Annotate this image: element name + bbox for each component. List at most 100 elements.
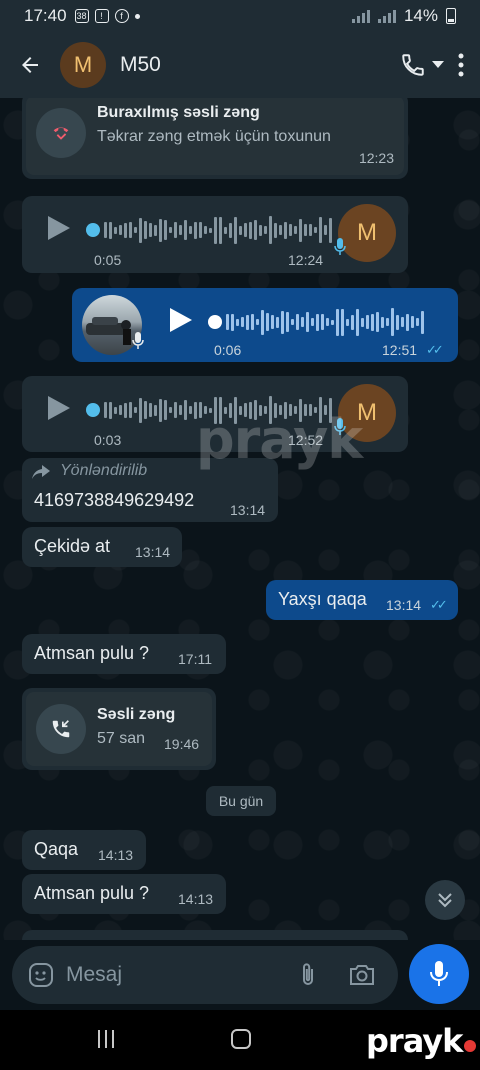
waveform-bar bbox=[239, 225, 242, 235]
waveform-bar bbox=[246, 314, 249, 330]
message-input[interactable] bbox=[66, 963, 276, 987]
waveform-bar bbox=[381, 316, 384, 328]
play-button[interactable] bbox=[170, 308, 192, 332]
waveform-bar bbox=[109, 401, 112, 419]
contact-avatar[interactable]: M bbox=[60, 42, 106, 88]
voice-call-duration: 57 san bbox=[97, 730, 146, 747]
waveform-bar bbox=[361, 317, 364, 327]
camera-icon[interactable] bbox=[348, 963, 376, 987]
waveform-bar bbox=[341, 308, 344, 336]
waveform-bar bbox=[129, 222, 132, 238]
voice-progress-knob[interactable] bbox=[86, 223, 100, 237]
waveform-bar bbox=[169, 227, 172, 233]
message-time: 12:24 bbox=[288, 252, 324, 268]
voice-call-button[interactable] bbox=[400, 52, 444, 78]
message-incoming[interactable]: Çekidə at 13:14 bbox=[22, 527, 182, 567]
message-text: Çekidə at bbox=[34, 536, 111, 556]
contact-name[interactable]: M50 bbox=[120, 53, 161, 77]
voice-waveform[interactable] bbox=[226, 307, 424, 337]
voice-call-card[interactable]: Səsli zəng 57 san 19:46 bbox=[26, 692, 212, 766]
waveform-bar bbox=[299, 218, 302, 242]
system-nav-bar: prayk bbox=[0, 1010, 480, 1070]
voice-duration: 0:06 bbox=[214, 342, 242, 358]
waveform-bar bbox=[259, 224, 262, 236]
more-options-icon[interactable] bbox=[458, 53, 464, 77]
message-incoming-partial[interactable] bbox=[22, 930, 408, 940]
waveform-bar bbox=[129, 402, 132, 418]
battery-icon bbox=[446, 8, 456, 24]
message-time: 13:14 bbox=[135, 544, 171, 560]
waveform-bar bbox=[149, 223, 152, 237]
voice-message-outgoing[interactable]: 0:06 12:51 ✓✓ bbox=[72, 288, 458, 362]
waveform-bar bbox=[319, 217, 322, 243]
voice-waveform[interactable] bbox=[104, 215, 332, 245]
microphone-icon bbox=[132, 332, 144, 349]
waveform-bar bbox=[321, 314, 324, 330]
waveform-bar bbox=[346, 318, 349, 326]
watermark-logo-corner: prayk bbox=[366, 1022, 477, 1060]
message-incoming[interactable]: Atmsan pulu ? 14:13 bbox=[22, 874, 226, 914]
forwarded-label: Yönləndirilib bbox=[60, 462, 148, 479]
watermark-logo: prayk bbox=[196, 408, 363, 471]
signal-icon-2 bbox=[377, 9, 396, 23]
waveform-bar bbox=[266, 313, 269, 331]
emoji-sticker-icon[interactable] bbox=[28, 962, 54, 988]
waveform-bar bbox=[134, 227, 137, 233]
waveform-bar bbox=[329, 217, 332, 243]
voice-call-bubble[interactable]: Səsli zəng 57 san 19:46 bbox=[22, 688, 216, 770]
waveform-bar bbox=[256, 319, 259, 325]
waveform-bar bbox=[209, 227, 212, 233]
play-button[interactable] bbox=[48, 216, 70, 240]
recent-apps-button[interactable] bbox=[98, 1030, 114, 1048]
voice-call-title: Səsli zəng bbox=[97, 706, 176, 723]
message-incoming[interactable]: Qaqa 14:13 bbox=[22, 830, 146, 870]
waveform-bar bbox=[199, 222, 202, 238]
missed-call-bubble[interactable]: Buraxılmış səsli zəng Təkrar zəng etmək … bbox=[22, 98, 408, 179]
voice-duration: 0:03 bbox=[94, 432, 122, 448]
waveform-bar bbox=[204, 226, 207, 234]
waveform-bar bbox=[356, 308, 359, 336]
message-text: Yaxşı qaqa bbox=[278, 589, 367, 609]
record-voice-button[interactable] bbox=[409, 944, 469, 1004]
waveform-bar bbox=[174, 402, 177, 418]
play-button[interactable] bbox=[48, 396, 70, 420]
voice-message-incoming[interactable]: 0:05 12:24 M bbox=[22, 196, 408, 273]
waveform-bar bbox=[119, 405, 122, 415]
waveform-bar bbox=[124, 222, 127, 238]
missed-call-card[interactable]: Buraxılmış səsli zəng Təkrar zəng etmək … bbox=[26, 98, 404, 175]
message-time: 13:14 bbox=[386, 597, 422, 613]
waveform-bar bbox=[289, 224, 292, 236]
waveform-bar bbox=[159, 218, 162, 242]
waveform-bar bbox=[331, 319, 334, 325]
waveform-bar bbox=[214, 216, 217, 244]
waveform-bar bbox=[249, 221, 252, 239]
message-time: 19:46 bbox=[164, 736, 200, 752]
waveform-bar bbox=[326, 318, 329, 326]
back-button[interactable] bbox=[0, 32, 60, 98]
message-outgoing[interactable]: Yaxşı qaqa 13:14 ✓✓ bbox=[266, 580, 458, 620]
message-text: Qaqa bbox=[34, 839, 79, 859]
message-incoming[interactable]: Atmsan pulu ? 17:11 bbox=[22, 634, 226, 674]
chat-area[interactable]: Buraxılmış səsli zəng Təkrar zəng etmək … bbox=[0, 98, 480, 940]
message-time: 13:14 bbox=[230, 502, 266, 518]
waveform-bar bbox=[271, 315, 274, 329]
waveform-bar bbox=[114, 226, 117, 234]
scroll-to-bottom-button[interactable] bbox=[425, 880, 465, 920]
voice-progress-knob[interactable] bbox=[86, 403, 100, 417]
waveform-bar bbox=[149, 403, 152, 417]
home-button[interactable] bbox=[231, 1029, 251, 1049]
voice-progress-knob[interactable] bbox=[208, 315, 222, 329]
message-input-box[interactable] bbox=[12, 946, 398, 1004]
facebook-icon: f bbox=[114, 9, 129, 23]
waveform-bar bbox=[336, 308, 339, 336]
missed-call-subtitle: Təkrar zəng etmək üçün toxunun bbox=[97, 128, 331, 145]
message-text: 4169738849629492 bbox=[34, 490, 195, 510]
waveform-bar bbox=[314, 227, 317, 233]
status-icons: 38 ! f bbox=[74, 9, 140, 23]
attach-icon[interactable] bbox=[298, 962, 318, 988]
waveform-bar bbox=[391, 308, 394, 336]
waveform-bar bbox=[179, 225, 182, 235]
signal-icon bbox=[351, 9, 370, 23]
message-text: Atmsan pulu ? bbox=[34, 643, 150, 663]
date-divider: Bu gün bbox=[206, 786, 276, 816]
